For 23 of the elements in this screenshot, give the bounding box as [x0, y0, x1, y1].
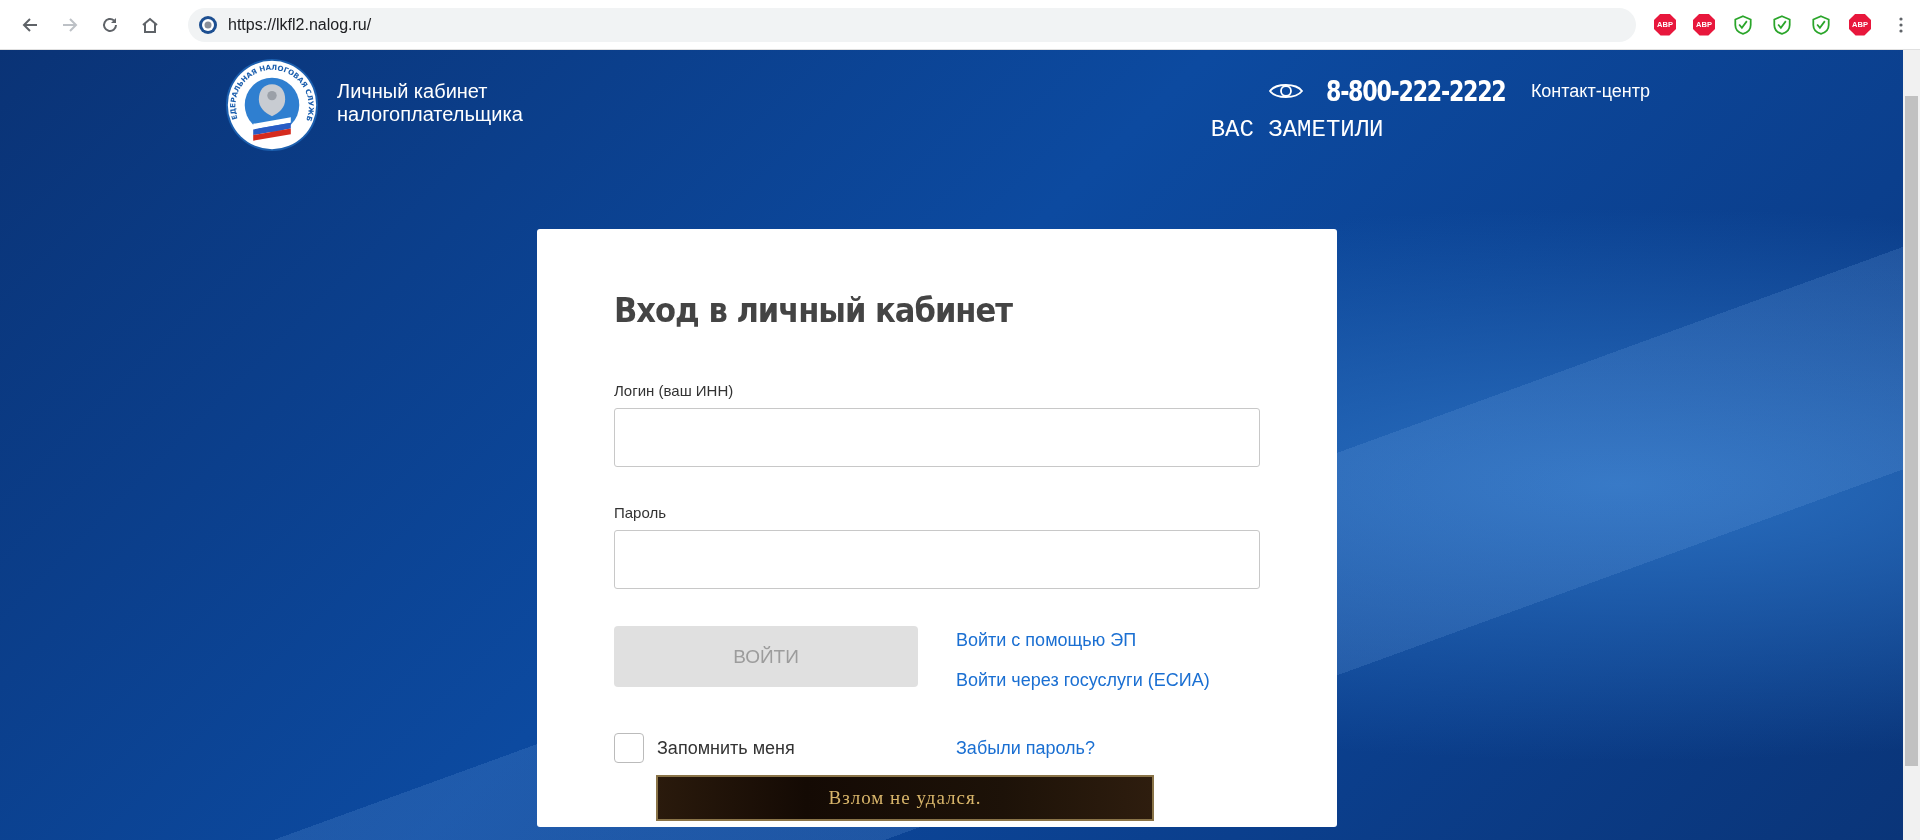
- site-emblem-icon: [198, 14, 218, 35]
- menu-icon[interactable]: [1899, 16, 1903, 33]
- phone-number[interactable]: 8-800-222-2222: [1325, 74, 1506, 108]
- forgot-password-link[interactable]: Забыли пароль?: [956, 737, 1095, 759]
- site-title: Личный кабинет налогоплательщика: [337, 80, 524, 126]
- notice-text: ВАС ЗАМЕТИЛИ: [1210, 116, 1384, 143]
- field-label: Пароль: [614, 504, 668, 521]
- remember-label[interactable]: Запомнить меня: [657, 737, 795, 759]
- banner-text: Взлом не удался.: [828, 787, 982, 809]
- password-field[interactable]: [614, 530, 1260, 589]
- shield-check-icon[interactable]: [1732, 13, 1754, 36]
- shield-check-icon[interactable]: [1771, 13, 1793, 36]
- scrollbar-thumb[interactable]: [1905, 96, 1918, 766]
- login-field[interactable]: [614, 408, 1260, 467]
- contact-center-link[interactable]: Контакт-центр: [1530, 80, 1650, 102]
- form-title: Вход в личный кабинет: [614, 290, 1014, 330]
- login-option-link[interactable]: Войти с помощью ЭП: [956, 630, 1210, 651]
- login-option-link[interactable]: Войти через госуслуги (ЕСИА): [956, 670, 1210, 691]
- shield-check-icon[interactable]: [1810, 13, 1832, 36]
- field-label: Логин (ваш ИНН): [614, 382, 735, 399]
- remember-checkbox[interactable]: [614, 733, 644, 763]
- scrollbar[interactable]: [1903, 50, 1920, 840]
- address-bar[interactable]: https://lkfl2.nalog.ru/: [188, 7, 1636, 42]
